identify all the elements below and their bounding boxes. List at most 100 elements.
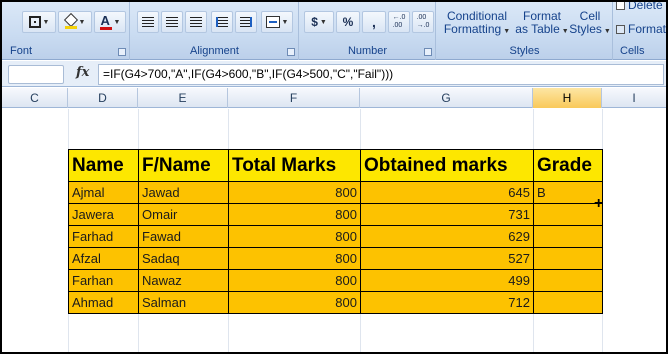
comma-label: , <box>372 14 376 30</box>
cell-styles-line2-wrap: Styles ▼ <box>569 23 611 38</box>
format-label: Format <box>628 22 667 36</box>
format-button[interactable]: Format <box>616 22 666 36</box>
cell-name[interactable]: Afzal <box>68 247 139 270</box>
align-center-icon <box>166 17 178 27</box>
align-left-button[interactable] <box>137 11 159 33</box>
decrease-indent-button[interactable] <box>211 11 233 33</box>
styles-group: Conditional Formatting ▼ Format as Table ▼… <box>437 2 613 60</box>
column-header-i[interactable]: I <box>602 88 666 108</box>
cell-styles-button[interactable]: Cell Styles ▼ <box>569 10 611 42</box>
grades-table: Name F/Name Total Marks Obtained marks G… <box>68 149 603 314</box>
font-color-button[interactable]: A ▼ <box>94 11 126 33</box>
increase-indent-icon <box>240 17 252 27</box>
cell-grade[interactable] <box>533 203 603 226</box>
cell-total[interactable]: 800 <box>228 247 361 270</box>
table-row: Farhad Fawad 800 629 <box>68 225 603 248</box>
cell-total[interactable]: 800 <box>228 291 361 314</box>
alignment-group: ▼ Alignment <box>131 2 299 60</box>
align-right-icon <box>190 17 202 27</box>
conditional-formatting-line2-wrap: Formatting ▼ <box>441 23 513 38</box>
decrease-decimal-button[interactable]: .00 →.0 <box>412 11 434 33</box>
font-dialog-launcher[interactable] <box>118 48 126 56</box>
conditional-formatting-button[interactable]: Conditional Formatting ▼ <box>441 10 513 42</box>
cell-name[interactable]: Ahmad <box>68 291 139 314</box>
cell-obtained[interactable]: 629 <box>360 225 534 248</box>
number-dialog-launcher[interactable] <box>424 48 432 56</box>
delete-button[interactable]: Delete <box>616 2 663 12</box>
cell-grade[interactable] <box>533 225 603 248</box>
alignment-dialog-launcher[interactable] <box>287 48 295 56</box>
header-cell-grade[interactable]: Grade <box>533 149 603 182</box>
cell-fname[interactable]: Sadaq <box>138 247 229 270</box>
align-right-button[interactable] <box>185 11 207 33</box>
header-cell-total-marks[interactable]: Total Marks <box>228 149 361 182</box>
fill-bucket-icon <box>63 12 78 29</box>
font-color-icon: A <box>99 13 112 30</box>
cell-obtained[interactable]: 645 <box>360 181 534 204</box>
percent-label: % <box>342 15 354 29</box>
chevron-down-icon: ▼ <box>42 18 50 26</box>
header-cell-obtained-marks[interactable]: Obtained marks <box>360 149 534 182</box>
name-box[interactable] <box>8 65 64 84</box>
cells-group-label: Cells <box>620 45 645 57</box>
merge-center-button[interactable]: ▼ <box>261 11 293 33</box>
font-group: ▼ ▼ A ▼ Font <box>2 2 130 60</box>
cell-obtained[interactable]: 499 <box>360 269 534 292</box>
ribbon: ▼ ▼ A ▼ Font ▼ Alignment $ ▼ % , ←.0 .00… <box>2 2 666 60</box>
column-header-h[interactable]: H <box>533 88 602 108</box>
cell-obtained[interactable]: 527 <box>360 247 534 270</box>
cell-fname[interactable]: Fawad <box>138 225 229 248</box>
column-header-d[interactable]: D <box>68 88 138 108</box>
formula-input[interactable]: =IF(G4>700,"A",IF(G4>600,"B",IF(G4>500,"… <box>98 64 664 85</box>
table-row: Afzal Sadaq 800 527 <box>68 247 603 270</box>
excel-window: ▼ ▼ A ▼ Font ▼ Alignment $ ▼ % , ←.0 .00… <box>0 0 668 354</box>
cell-name[interactable]: Jawera <box>68 203 139 226</box>
column-header-f[interactable]: F <box>228 88 360 108</box>
decrease-decimal-icon: .00 →.0 <box>416 14 430 29</box>
table-row: Jawera Omair 800 731 <box>68 203 603 226</box>
column-header-g[interactable]: G <box>360 88 533 108</box>
cell-total[interactable]: 800 <box>228 203 361 226</box>
currency-button[interactable]: $ ▼ <box>304 11 334 33</box>
chevron-down-icon: ▼ <box>281 18 289 26</box>
cell-obtained[interactable]: 731 <box>360 203 534 226</box>
merge-center-icon <box>265 16 280 28</box>
column-header-c[interactable]: C <box>2 88 68 108</box>
header-cell-fname[interactable]: F/Name <box>138 149 229 182</box>
cell-fname[interactable]: Jawad <box>138 181 229 204</box>
cell-name[interactable]: Ajmal <box>68 181 139 204</box>
cell-grade[interactable] <box>533 291 603 314</box>
alignment-group-label: Alignment <box>190 45 239 57</box>
cell-total[interactable]: 800 <box>228 225 361 248</box>
insert-function-icon[interactable]: fx <box>76 65 89 80</box>
column-header-e[interactable]: E <box>138 88 228 108</box>
delete-icon <box>616 2 625 10</box>
cell-grade[interactable] <box>533 247 603 270</box>
cell-total[interactable]: 800 <box>228 269 361 292</box>
percent-button[interactable]: % <box>336 11 360 33</box>
comma-style-button[interactable]: , <box>362 11 386 33</box>
format-as-table-button[interactable]: Format as Table ▼ <box>515 10 569 42</box>
decrease-indent-icon <box>216 17 228 27</box>
align-center-button[interactable] <box>161 11 183 33</box>
cell-fname[interactable]: Nawaz <box>138 269 229 292</box>
fill-color-button[interactable]: ▼ <box>58 11 92 33</box>
increase-decimal-icon: ←.0 .00 <box>392 14 406 29</box>
header-cell-name[interactable]: Name <box>68 149 139 182</box>
worksheet-grid[interactable]: Name F/Name Total Marks Obtained marks G… <box>2 109 666 352</box>
cell-fname[interactable]: Omair <box>138 203 229 226</box>
cell-name[interactable]: Farhan <box>68 269 139 292</box>
cell-grade[interactable]: B <box>533 181 603 204</box>
cell-fname[interactable]: Salman <box>138 291 229 314</box>
table-row: Ajmal Jawad 800 645 B <box>68 181 603 204</box>
cells-group: Delete Format Cells <box>614 2 666 60</box>
chevron-down-icon: ▼ <box>113 18 121 26</box>
increase-decimal-button[interactable]: ←.0 .00 <box>388 11 410 33</box>
cell-grade[interactable] <box>533 269 603 292</box>
borders-button[interactable]: ▼ <box>22 11 56 33</box>
cell-obtained[interactable]: 712 <box>360 291 534 314</box>
format-icon <box>616 24 625 34</box>
cell-total[interactable]: 800 <box>228 181 361 204</box>
cell-name[interactable]: Farhad <box>68 225 139 248</box>
increase-indent-button[interactable] <box>235 11 257 33</box>
